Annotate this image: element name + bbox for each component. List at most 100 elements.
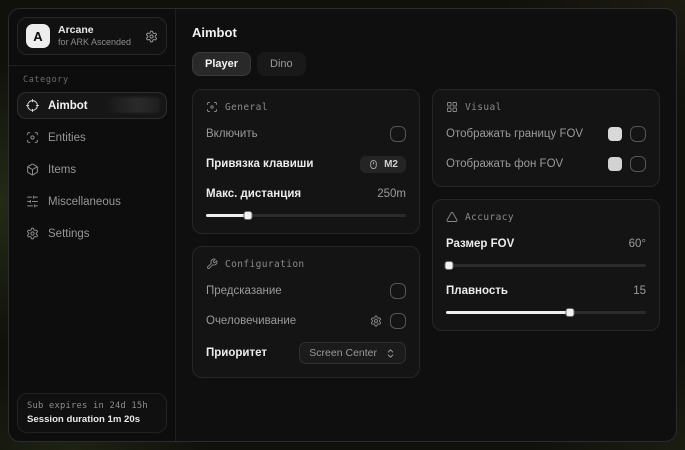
- max-distance-label: Макс. дистанция: [206, 188, 301, 200]
- brand-logo: A: [26, 24, 50, 48]
- fov-size-slider[interactable]: [446, 260, 646, 270]
- slider-fill: [206, 214, 248, 217]
- sub-expires-text: Sub expires in 24d 15h: [27, 401, 157, 411]
- slider-track: [446, 264, 646, 267]
- general-card-header: General: [206, 101, 406, 113]
- tab-bar: Player Dino: [192, 52, 660, 76]
- smoothness-slider[interactable]: [446, 307, 646, 317]
- fov-size-value: 60°: [629, 238, 646, 250]
- card-title: General: [225, 102, 268, 113]
- category-label: Category: [23, 75, 167, 85]
- sidebar-divider: [9, 65, 175, 66]
- scan-dot-icon: [206, 101, 218, 113]
- main-panel: Aimbot Player Dino General: [176, 9, 676, 441]
- enable-row: Включить: [206, 125, 406, 143]
- smoothness-row: Плавность 15: [446, 282, 646, 300]
- brand-title: Arcane: [58, 24, 137, 37]
- fov-border-controls: [608, 126, 646, 142]
- card-title: Visual: [465, 102, 502, 113]
- fov-border-checkbox[interactable]: [630, 126, 646, 142]
- humanize-checkbox[interactable]: [390, 313, 406, 329]
- sidebar: A Arcane for ARK Ascended Category Aimbo…: [9, 9, 176, 441]
- humanize-gear-icon[interactable]: [370, 315, 382, 327]
- priority-select[interactable]: Screen Center: [299, 342, 406, 364]
- fov-bg-label: Отображать фон FOV: [446, 158, 563, 170]
- humanize-row: Очеловечивание: [206, 312, 406, 330]
- cheat-menu-window: A Arcane for ARK Ascended Category Aimbo…: [8, 8, 677, 442]
- visual-card: Visual Отображать границу FOV Отображать…: [432, 89, 660, 187]
- crosshair-icon: [26, 99, 39, 112]
- gear-icon: [26, 227, 39, 240]
- triangle-icon: [446, 211, 458, 223]
- grid-icon: [446, 101, 458, 113]
- session-info-card: Sub expires in 24d 15h Session duration …: [17, 393, 167, 433]
- configuration-card: Configuration Предсказание Очеловечивани…: [192, 246, 420, 378]
- fov-size-label: Размер FOV: [446, 238, 514, 250]
- max-distance-slider[interactable]: [206, 210, 406, 220]
- slider-thumb[interactable]: [445, 261, 454, 270]
- sidebar-item-label: Settings: [48, 228, 90, 240]
- sidebar-item-label: Miscellaneous: [48, 196, 121, 208]
- package-icon: [26, 163, 39, 176]
- enable-label: Включить: [206, 128, 258, 140]
- sidebar-item-label: Entities: [48, 132, 86, 144]
- wrench-icon: [206, 258, 218, 270]
- sidebar-item-items[interactable]: Items: [17, 156, 167, 183]
- cards-grid: General Включить Привязка клавиши: [192, 89, 660, 378]
- prediction-label: Предсказание: [206, 285, 282, 297]
- slider-thumb[interactable]: [566, 308, 575, 317]
- brand-card: A Arcane for ARK Ascended: [17, 17, 167, 55]
- page-title: Aimbot: [192, 25, 660, 40]
- chevrons-up-down-icon: [385, 348, 396, 359]
- smoothness-value: 15: [633, 285, 646, 297]
- fov-border-label: Отображать границу FOV: [446, 128, 583, 140]
- priority-row: Приоритет Screen Center: [206, 342, 406, 364]
- keybind-button[interactable]: M2: [360, 156, 406, 173]
- max-distance-row: Макс. дистанция 250m: [206, 185, 406, 203]
- priority-selected-value: Screen Center: [309, 347, 377, 359]
- sidebar-item-entities[interactable]: Entities: [17, 124, 167, 151]
- fov-bg-row: Отображать фон FOV: [446, 155, 646, 173]
- general-card: General Включить Привязка клавиши: [192, 89, 420, 234]
- sidebar-item-label: Items: [48, 164, 76, 176]
- slider-thumb[interactable]: [244, 211, 253, 220]
- prediction-row: Предсказание: [206, 282, 406, 300]
- mouse-icon: [368, 159, 379, 170]
- sidebar-item-miscellaneous[interactable]: Miscellaneous: [17, 188, 167, 215]
- configuration-card-header: Configuration: [206, 258, 406, 270]
- sidebar-item-label: Aimbot: [48, 100, 88, 112]
- fov-bg-checkbox[interactable]: [630, 156, 646, 172]
- fov-bg-color-swatch[interactable]: [608, 157, 622, 171]
- humanize-controls: [370, 313, 406, 329]
- enable-checkbox[interactable]: [390, 126, 406, 142]
- sidebar-item-aimbot[interactable]: Aimbot: [17, 92, 167, 119]
- fov-size-row: Размер FOV 60°: [446, 235, 646, 253]
- card-title: Configuration: [225, 259, 305, 270]
- scan-target-icon: [26, 131, 39, 144]
- accuracy-card: Accuracy Размер FOV 60° Плавность: [432, 199, 660, 331]
- brand-initial: A: [33, 29, 42, 44]
- sidebar-nav: Aimbot Entities Items: [17, 92, 167, 247]
- keybind-label: Привязка клавиши: [206, 158, 313, 170]
- sidebar-item-settings[interactable]: Settings: [17, 220, 167, 247]
- game-background: A Arcane for ARK Ascended Category Aimbo…: [0, 0, 685, 450]
- brand-gear-icon[interactable]: [145, 30, 158, 43]
- fov-border-row: Отображать границу FOV: [446, 125, 646, 143]
- right-column: Visual Отображать границу FOV Отображать…: [432, 89, 660, 331]
- brand-subtitle: for ARK Ascended: [58, 37, 137, 48]
- fov-border-color-swatch[interactable]: [608, 127, 622, 141]
- keybind-value: M2: [384, 159, 398, 170]
- tab-player[interactable]: Player: [192, 52, 251, 76]
- fov-bg-controls: [608, 156, 646, 172]
- priority-label: Приоритет: [206, 347, 267, 359]
- prediction-checkbox[interactable]: [390, 283, 406, 299]
- session-duration-text: Session duration 1m 20s: [27, 414, 157, 425]
- card-title: Accuracy: [465, 212, 514, 223]
- left-column: General Включить Привязка клавиши: [192, 89, 420, 378]
- visual-card-header: Visual: [446, 101, 646, 113]
- brand-text: Arcane for ARK Ascended: [58, 24, 137, 48]
- keybind-row: Привязка клавиши M2: [206, 155, 406, 173]
- humanize-label: Очеловечивание: [206, 315, 296, 327]
- tab-dino[interactable]: Dino: [257, 52, 306, 76]
- accuracy-card-header: Accuracy: [446, 211, 646, 223]
